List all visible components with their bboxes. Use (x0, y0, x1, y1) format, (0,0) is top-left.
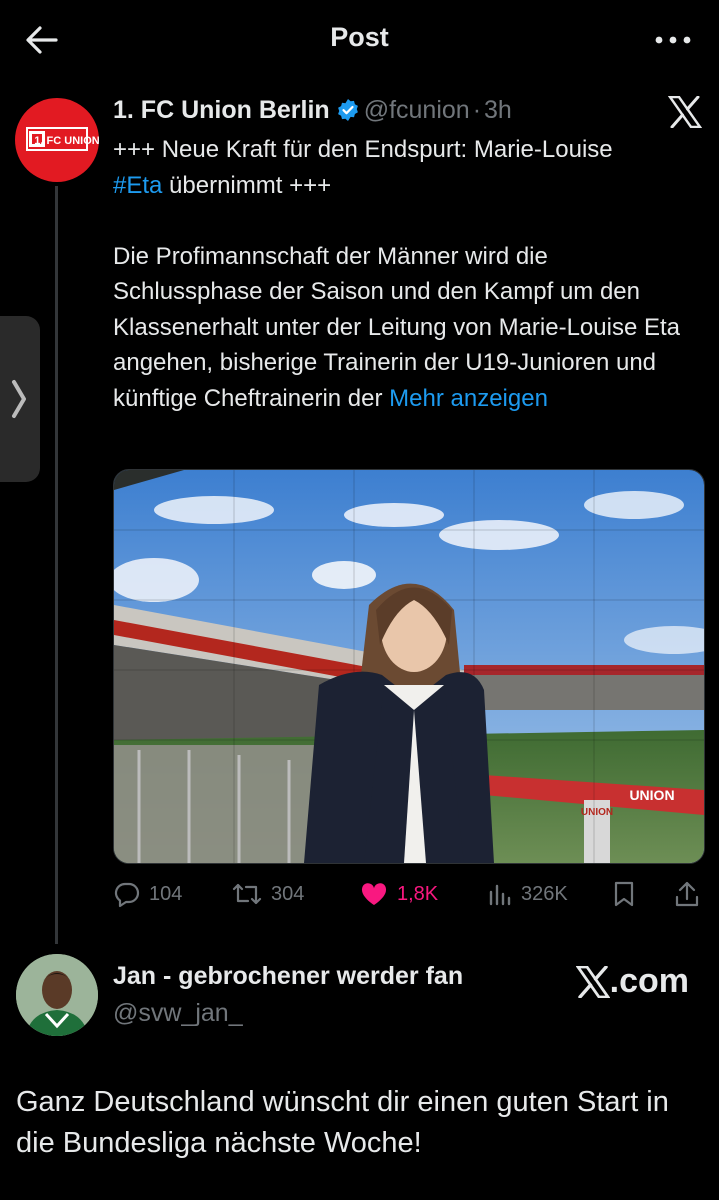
views-icon (489, 884, 511, 906)
tweet-line-2: übernimmt +++ (162, 171, 332, 199)
tweet-header: 1. FC Union Berlin @fcunion · 3h (113, 96, 512, 129)
repost-button[interactable]: 304 (231, 874, 304, 914)
reply-author-name[interactable]: Jan - gebrochener werder fan (113, 962, 463, 991)
separator-dot: · (472, 96, 482, 124)
reply-author-handle[interactable]: @svw_jan_ (113, 999, 243, 1028)
reply-avatar[interactable] (16, 954, 98, 1036)
thread-line (55, 186, 58, 944)
heart-icon (361, 883, 387, 905)
share-button[interactable] (673, 874, 709, 914)
top-bar: Post (0, 0, 719, 78)
bookmark-button[interactable] (611, 874, 645, 914)
like-button[interactable]: 1,8K (359, 874, 438, 914)
bookmark-icon (614, 881, 634, 907)
tweet-line-1: +++ Neue Kraft für den Endspurt: Marie-L… (113, 136, 613, 163)
x-com-label: .com (609, 962, 689, 1000)
show-more-link[interactable]: Mehr anzeigen (389, 385, 548, 412)
x-logo-icon (575, 965, 610, 998)
hashtag-link[interactable]: #Eta (113, 172, 162, 199)
reply-button[interactable]: 104 (113, 874, 182, 914)
repost-icon (232, 883, 262, 905)
share-icon (675, 881, 699, 907)
reply-count: 104 (149, 882, 183, 905)
more-options-icon[interactable] (649, 22, 697, 58)
author-handle[interactable]: @fcunion (364, 96, 470, 124)
avatar[interactable]: 1. FC UNION (15, 98, 99, 182)
reply-text: Ganz Deutschland wünscht dir einen guten… (16, 1086, 669, 1159)
like-count: 1,8K (397, 882, 439, 905)
reply-icon (114, 882, 140, 908)
side-panel-handle[interactable] (0, 316, 40, 482)
author-name[interactable]: 1. FC Union Berlin (113, 96, 330, 124)
x-com-watermark: .com (575, 962, 689, 1001)
tweet-text: +++ Neue Kraft für den Endspurt: Marie-L… (113, 132, 703, 416)
x-logo-icon (667, 95, 703, 129)
views-button[interactable]: 326K (487, 874, 568, 914)
views-count: 326K (521, 882, 568, 905)
action-bar: 104 304 1,8K 326K (113, 874, 703, 914)
banner-text-2: UNION (581, 807, 613, 818)
tweet-photo[interactable]: UNION UNION (113, 469, 705, 864)
avatar-logo-text: 1. FC UNION (34, 135, 99, 147)
banner-text: UNION (629, 787, 674, 803)
repost-count: 304 (271, 882, 305, 905)
page-title: Post (330, 22, 389, 52)
verified-badge-icon (336, 98, 360, 129)
timestamp[interactable]: 3h (484, 96, 512, 124)
